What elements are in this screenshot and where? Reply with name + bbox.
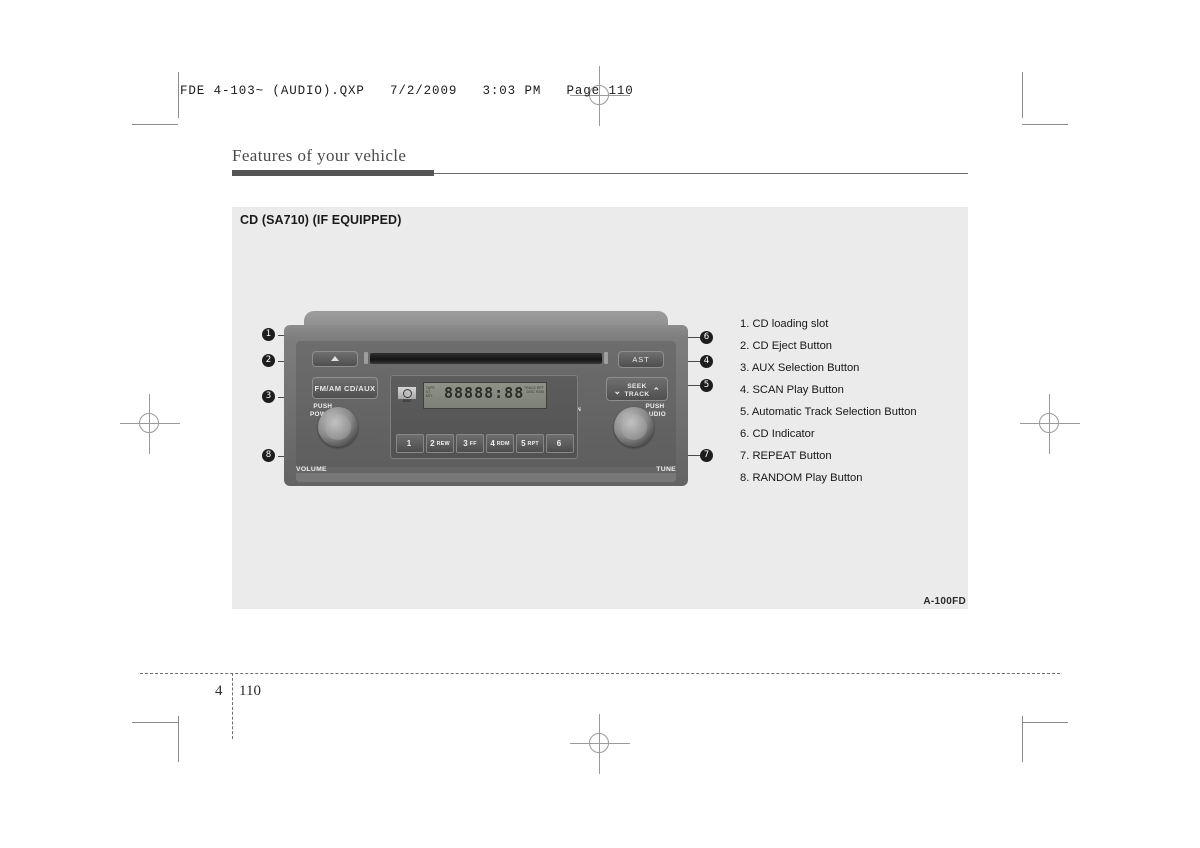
slot-tick-right — [604, 352, 608, 364]
crop-mark-bottom-right-h — [1022, 722, 1068, 723]
chevron-up-icon: ⌃ — [652, 385, 661, 396]
legend-item-5: 5. Automatic Track Selection Button — [740, 406, 917, 418]
callout-marker-4: 4 — [700, 355, 713, 368]
preset-button-2-rew[interactable]: 2 REW — [426, 434, 454, 453]
callout-marker-6: 6 — [700, 331, 713, 344]
legend-item-2: 2. CD Eject Button — [740, 340, 833, 352]
callout-marker-7: 7 — [700, 449, 713, 462]
figure-code: A-100FD — [923, 596, 966, 607]
head-unit-faceplate: AST FM/AM CD/AUX ⌄ SEEK TRACK ⌃ PUSH PUS… — [296, 341, 676, 467]
footer-vertical-divider — [232, 673, 233, 739]
chevron-down-icon: ⌄ — [613, 385, 622, 396]
section-title: CD (SA710) (IF EQUIPPED) — [240, 213, 402, 227]
crop-mark-bottom-left-v — [178, 716, 179, 762]
preset-button-1[interactable]: 1 — [396, 434, 424, 453]
head-unit-bottom-lip — [296, 473, 676, 482]
preset-button-row: 1 2 REW 3 FF 4 RDM 5 RPT 6 — [395, 434, 575, 453]
preset-button-6[interactable]: 6 — [546, 434, 574, 453]
crop-mark-bottom-left-h — [132, 722, 178, 723]
callout-marker-5: 5 — [700, 379, 713, 392]
crop-mark-top-right-h — [1022, 124, 1068, 125]
registration-mark-bottom — [570, 714, 630, 774]
lcd-right-indicators: TRACK RPT DISC RDM — [524, 386, 544, 394]
cd-loading-slot[interactable] — [364, 349, 608, 369]
legend-item-1: 1. CD loading slot — [740, 318, 829, 330]
folio-chapter-number: 4 — [215, 683, 223, 699]
preset-button-4-random[interactable]: 4 RDM — [486, 434, 514, 453]
eject-triangle-icon — [331, 356, 339, 361]
cd-head-unit-illustration: AST FM/AM CD/AUX ⌄ SEEK TRACK ⌃ PUSH PUS… — [284, 311, 688, 486]
slot-tick-left — [364, 352, 368, 364]
preset-button-5-repeat[interactable]: 5 RPT — [516, 434, 544, 453]
callout-marker-2: 2 — [262, 354, 275, 367]
crop-mark-top-left-v — [178, 72, 179, 118]
lcd-display: TAPE ST MTL 88888:88 TRACK RPT DISC RDM — [423, 382, 547, 409]
cd-eject-button[interactable] — [312, 351, 358, 367]
preset-button-3-ff[interactable]: 3 FF — [456, 434, 484, 453]
volume-label: VOLUME — [296, 465, 327, 473]
seek-label: SEEK — [627, 383, 647, 390]
callout-marker-3: 3 — [262, 390, 275, 403]
registration-mark-right — [1020, 394, 1080, 454]
tune-audio-knob[interactable] — [614, 407, 654, 447]
ast-scan-button[interactable]: AST — [618, 351, 664, 368]
legend-item-7: 7. REPEAT Button — [740, 450, 832, 462]
chapter-title: Features of your vehicle — [232, 146, 407, 165]
crop-mark-top-left-h — [132, 124, 178, 125]
legend-item-4: 4. SCAN Play Button — [740, 384, 844, 396]
callout-marker-1: 1 — [262, 328, 275, 341]
compact-disc-logo-icon: DISC — [397, 386, 417, 403]
registration-mark-left — [120, 394, 180, 454]
source-aux-selection-button[interactable]: FM/AM CD/AUX — [312, 377, 378, 399]
lcd-left-indicators: TAPE ST MTL — [426, 386, 435, 398]
legend-item-8: 8. RANDOM Play Button — [740, 472, 863, 484]
legend-item-3: 3. AUX Selection Button — [740, 362, 860, 374]
volume-power-knob[interactable] — [318, 407, 358, 447]
page-canvas: FDE 4-103~ (AUDIO).QXP 7/2/2009 3:03 PM … — [0, 0, 1200, 848]
folio-page-number: 110 — [239, 683, 261, 699]
head-unit-body: AST FM/AM CD/AUX ⌄ SEEK TRACK ⌃ PUSH PUS… — [284, 325, 688, 486]
footer-divider — [140, 673, 1060, 674]
crop-mark-top-right-v — [1022, 72, 1023, 118]
track-label: TRACK — [624, 391, 650, 398]
heading-rule-thick — [232, 170, 434, 176]
legend-item-6: 6. CD Indicator — [740, 428, 815, 440]
seek-track-button[interactable]: ⌄ SEEK TRACK ⌃ — [606, 377, 668, 401]
cd-slot-aperture — [370, 353, 602, 364]
callout-marker-8: 8 — [262, 449, 275, 462]
tune-label: TUNE — [656, 465, 676, 473]
heading-rule-thin — [434, 173, 968, 175]
quark-slug-line: FDE 4-103~ (AUDIO).QXP 7/2/2009 3:03 PM … — [180, 84, 634, 98]
callout-legend-list: 1. CD loading slot 2. CD Eject Button 3.… — [740, 313, 990, 489]
lcd-main-readout: 88888:88 — [444, 384, 525, 402]
center-control-block: DISC TAPE ST MTL 88888:88 TRACK RPT DISC RD… — [390, 375, 578, 459]
